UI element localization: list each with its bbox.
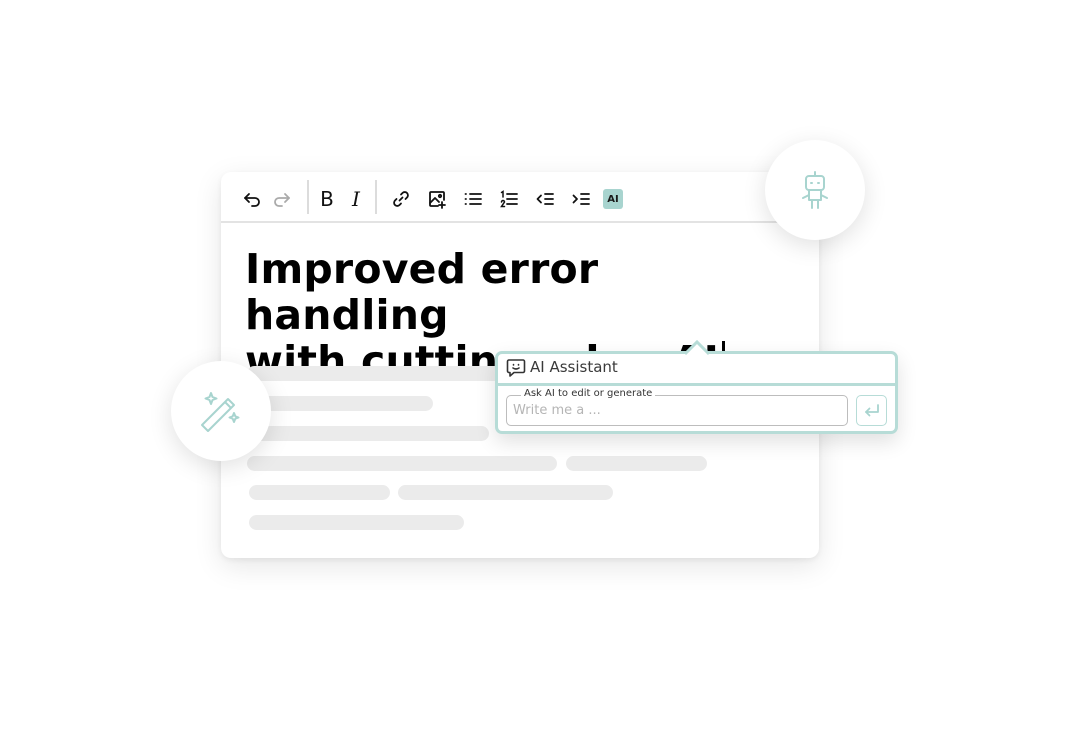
skeleton-line <box>249 485 390 500</box>
editor-toolbar: B I AI <box>221 172 819 223</box>
skeleton-line <box>247 366 507 381</box>
undo-icon <box>244 193 260 207</box>
numbered-list-button[interactable] <box>496 186 522 212</box>
skeleton-line <box>398 485 613 500</box>
enter-icon <box>864 403 879 416</box>
outdent-button[interactable] <box>532 186 558 212</box>
skeleton-line <box>247 396 433 411</box>
ai-prompt-input[interactable] <box>513 403 833 418</box>
skeleton-line <box>247 426 489 441</box>
redo-button[interactable] <box>269 186 295 212</box>
skeleton-line <box>249 515 464 530</box>
indent-icon <box>572 193 590 205</box>
chat-smile-icon <box>506 359 526 377</box>
link-button[interactable] <box>388 186 414 212</box>
ai-prompt-label: Ask AI to edit or generate <box>521 388 656 399</box>
indent-button[interactable] <box>568 186 594 212</box>
robot-icon <box>802 171 828 209</box>
robot-badge <box>765 140 865 240</box>
popup-header: AI Assistant <box>498 354 895 386</box>
skeleton-line <box>566 456 707 471</box>
ai-assistant-popup: AI Assistant Ask AI to edit or generate <box>495 339 898 434</box>
link-icon <box>393 191 409 207</box>
popup-title: AI Assistant <box>530 358 618 376</box>
numbered-list-icon <box>500 190 518 208</box>
skeleton-line <box>247 456 557 471</box>
redo-icon <box>274 193 290 207</box>
magic-wand-icon <box>201 392 240 432</box>
image-add-icon <box>429 191 446 209</box>
outdent-icon <box>536 193 554 205</box>
bold-icon: B <box>320 187 334 211</box>
magic-wand-badge <box>171 361 271 461</box>
title-line-1: Improved error handling <box>245 245 599 339</box>
undo-button[interactable] <box>239 186 265 212</box>
toolbar-divider <box>307 180 309 214</box>
italic-icon: I <box>352 187 360 211</box>
bold-button[interactable]: B <box>314 186 340 212</box>
ai-icon: AI <box>603 189 623 209</box>
popup-pointer <box>683 339 711 356</box>
bullet-list-icon <box>464 193 482 205</box>
italic-button[interactable]: I <box>343 186 369 212</box>
submit-prompt-button[interactable] <box>856 395 887 426</box>
ai-prompt-field: Ask AI to edit or generate <box>506 388 848 426</box>
insert-image-button[interactable] <box>424 186 450 212</box>
toolbar-divider <box>375 180 377 214</box>
bullet-list-button[interactable] <box>460 186 486 212</box>
ai-button[interactable]: AI <box>600 186 626 212</box>
